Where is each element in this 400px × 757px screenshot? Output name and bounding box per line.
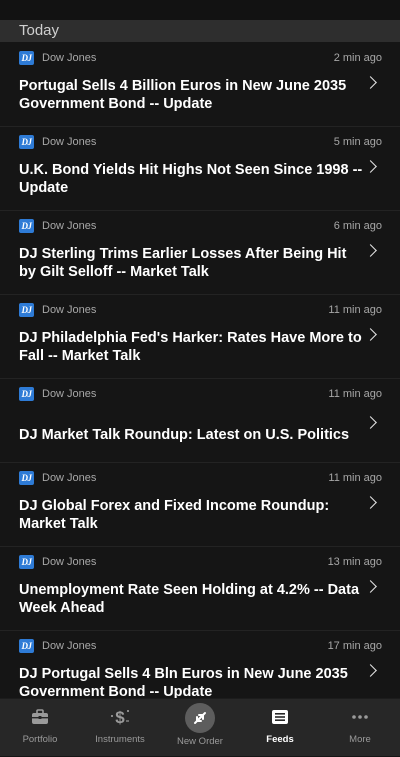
news-timestamp: 11 min ago [328,472,382,484]
tab-portfolio[interactable]: Portfolio [0,699,80,757]
news-source: Dow Jones [42,472,97,484]
news-headline: DJ Market Talk Roundup: Latest on U.S. P… [19,427,350,443]
news-item[interactable]: DJ Dow Jones 11 min ago DJ Market Talk R… [0,378,400,462]
news-timestamp: 6 min ago [333,220,382,232]
news-headline: DJ Global Forex and Fixed Income Roundup… [19,498,330,532]
tab-new-order[interactable]: New Order [160,699,240,757]
chevron-right-icon [364,580,377,593]
news-source: Dow Jones [42,52,97,64]
news-timestamp: 5 min ago [333,136,382,148]
tab-more[interactable]: More [320,699,400,757]
chevron-right-icon [364,76,377,89]
tab-feeds[interactable]: Feeds [240,699,320,757]
dow-jones-logo-icon: DJ [19,303,34,317]
news-source: Dow Jones [42,556,97,568]
chevron-right-icon [364,664,377,677]
dow-jones-logo-icon: DJ [19,135,34,149]
news-headline: DJ Portugal Sells 4 Bln Euros in New Jun… [19,666,348,698]
chevron-right-icon [364,160,377,173]
ellipsis-icon [320,707,400,727]
briefcase-icon [0,707,80,727]
news-item[interactable]: DJ Dow Jones 6 min ago DJ Sterling Trims… [0,210,400,294]
tab-label: Instruments [95,734,145,745]
news-feed-list[interactable]: DJ Dow Jones 2 min ago Portugal Sells 4 … [0,42,400,698]
news-headline: DJ Philadelphia Fed's Harker: Rates Have… [19,330,362,364]
news-timestamp: 2 min ago [333,52,382,64]
news-item[interactable]: DJ Dow Jones 17 min ago DJ Portugal Sell… [0,630,400,698]
news-item[interactable]: DJ Dow Jones 13 min ago Unemployment Rat… [0,546,400,630]
section-title: Today [19,22,60,39]
news-icon [240,707,320,727]
news-source: Dow Jones [42,220,97,232]
news-headline: Portugal Sells 4 Billion Euros in New Ju… [19,78,347,112]
top-strip [0,0,400,20]
news-source: Dow Jones [42,640,97,652]
tab-label: More [349,734,371,745]
dow-jones-logo-icon: DJ [19,555,34,569]
section-header-today: Today [0,20,400,42]
news-item[interactable]: DJ Dow Jones 11 min ago DJ Philadelphia … [0,294,400,378]
chevron-right-icon [364,496,377,509]
dow-jones-logo-icon: DJ [19,471,34,485]
news-headline: DJ Sterling Trims Earlier Losses After B… [19,246,347,280]
chevron-right-icon [364,244,377,257]
tab-label: Portfolio [22,734,58,745]
dollar-sparkle-icon: $ [80,707,160,727]
tab-instruments[interactable]: $ Instruments [80,699,160,757]
news-headline: U.K. Bond Yields Hit Highs Not Seen Sinc… [19,162,363,196]
news-item[interactable]: DJ Dow Jones 2 min ago Portugal Sells 4 … [0,42,400,126]
tab-label: New Order [177,736,223,747]
news-timestamp: 11 min ago [328,304,382,316]
news-timestamp: 17 min ago [327,640,382,652]
news-item[interactable]: DJ Dow Jones 5 min ago U.K. Bond Yields … [0,126,400,210]
dow-jones-logo-icon: DJ [19,639,34,653]
news-headline: Unemployment Rate Seen Holding at 4.2% -… [19,582,360,616]
chevron-right-icon [364,416,377,429]
dow-jones-logo-icon: DJ [19,219,34,233]
dow-jones-logo-icon: DJ [19,387,34,401]
up-down-arrows-icon [160,703,240,733]
news-source: Dow Jones [42,136,97,148]
news-source: Dow Jones [42,388,97,400]
tab-label: Feeds [266,734,294,745]
news-item[interactable]: DJ Dow Jones 11 min ago DJ Global Forex … [0,462,400,546]
svg-text:$: $ [115,708,125,727]
news-timestamp: 13 min ago [327,556,382,568]
tab-bar: Portfolio $ Instruments New Order Feeds … [0,698,400,756]
dow-jones-logo-icon: DJ [19,51,34,65]
news-timestamp: 11 min ago [328,388,382,400]
chevron-right-icon [364,328,377,341]
news-source: Dow Jones [42,304,97,316]
